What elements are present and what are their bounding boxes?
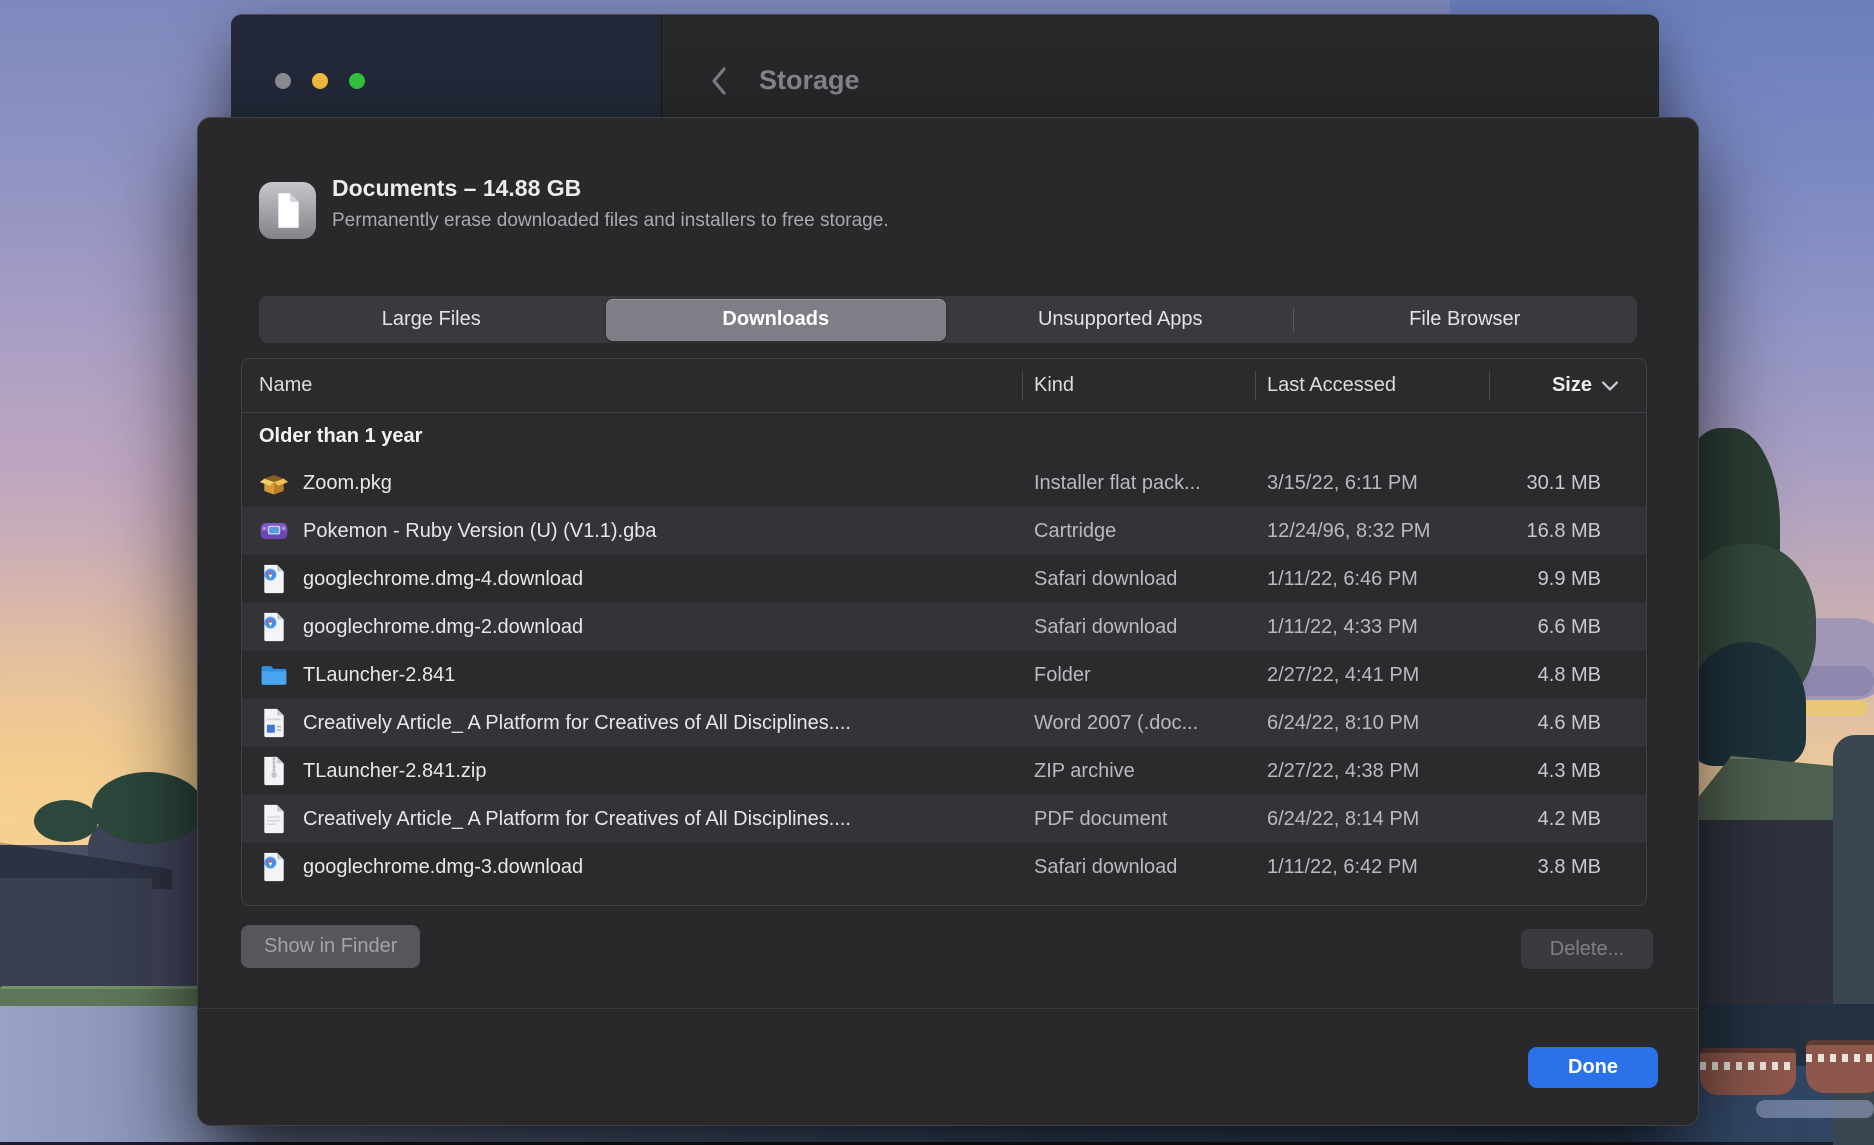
- table-row[interactable]: googlechrome.dmg-4.download Safari downl…: [242, 555, 1646, 603]
- category-tabs: Large Files Downloads Unsupported Apps F…: [259, 296, 1637, 343]
- folder-icon: [259, 658, 289, 692]
- table-row[interactable]: TLauncher-2.841.zip ZIP archive 2/27/22,…: [242, 747, 1646, 795]
- done-button[interactable]: Done: [1528, 1047, 1658, 1088]
- files-table: Name Kind Last Accessed Size Older than …: [241, 358, 1647, 906]
- tab-unsupported-apps[interactable]: Unsupported Apps: [951, 299, 1291, 341]
- tab-downloads[interactable]: Downloads: [606, 299, 946, 341]
- wallpaper-boat: [1806, 1040, 1874, 1093]
- wallpaper-water-glint: [1756, 1100, 1874, 1118]
- table-row[interactable]: Pokemon - Ruby Version (U) (V1.1).gba Ca…: [242, 507, 1646, 555]
- wallpaper-palm-tree: [1688, 642, 1806, 766]
- column-header-size[interactable]: Size: [1489, 359, 1646, 412]
- zip-icon: [259, 754, 289, 788]
- document-icon: [259, 182, 316, 239]
- wallpaper-tree: [34, 800, 98, 842]
- dialog-subtitle: Permanently erase downloaded files and i…: [332, 210, 889, 232]
- cartridge-icon: [259, 514, 289, 548]
- table-row[interactable]: Creatively Article_ A Platform for Creat…: [242, 795, 1646, 843]
- table-row[interactable]: TLauncher-2.841 Folder 2/27/22, 4:41 PM …: [242, 651, 1646, 699]
- traffic-minimize-button[interactable]: [312, 73, 328, 89]
- show-in-finder-button[interactable]: Show in Finder: [241, 925, 420, 968]
- traffic-zoom-button[interactable]: [349, 73, 365, 89]
- safari-download-icon: [259, 610, 289, 644]
- wallpaper-boat: [1700, 1048, 1796, 1095]
- table-row[interactable]: googlechrome.dmg-3.download Safari downl…: [242, 843, 1646, 891]
- documents-storage-dialog: Documents – 14.88 GB Permanently erase d…: [197, 117, 1699, 1126]
- dialog-title: Documents – 14.88 GB: [332, 175, 581, 202]
- section-header: Older than 1 year: [242, 413, 1646, 459]
- table-rows: Zoom.pkg Installer flat pack... 3/15/22,…: [242, 459, 1646, 891]
- word-doc-icon: [259, 706, 289, 740]
- tab-divider: [1293, 307, 1294, 332]
- traffic-close-button[interactable]: [275, 73, 291, 89]
- safari-download-icon: [259, 562, 289, 596]
- tab-large-files[interactable]: Large Files: [262, 299, 602, 341]
- table-row[interactable]: Creatively Article_ A Platform for Creat…: [242, 699, 1646, 747]
- back-chevron-icon[interactable]: [709, 65, 731, 102]
- column-header-last-accessed[interactable]: Last Accessed: [1255, 359, 1489, 412]
- window-controls: [275, 73, 365, 89]
- wallpaper-tree: [92, 772, 204, 844]
- table-row[interactable]: googlechrome.dmg-2.download Safari downl…: [242, 603, 1646, 651]
- tab-file-browser[interactable]: File Browser: [1295, 299, 1635, 341]
- table-header: Name Kind Last Accessed Size: [242, 359, 1646, 413]
- footer-divider: [198, 1008, 1698, 1009]
- pdf-icon: [259, 802, 289, 836]
- column-header-kind[interactable]: Kind: [1022, 359, 1255, 412]
- table-row[interactable]: Zoom.pkg Installer flat pack... 3/15/22,…: [242, 459, 1646, 507]
- package-icon: [259, 466, 289, 500]
- window-title: Storage: [759, 65, 860, 96]
- chevron-down-icon: [1602, 374, 1618, 397]
- delete-button[interactable]: Delete...: [1521, 929, 1653, 969]
- column-header-name[interactable]: Name: [242, 359, 1022, 412]
- safari-download-icon: [259, 850, 289, 884]
